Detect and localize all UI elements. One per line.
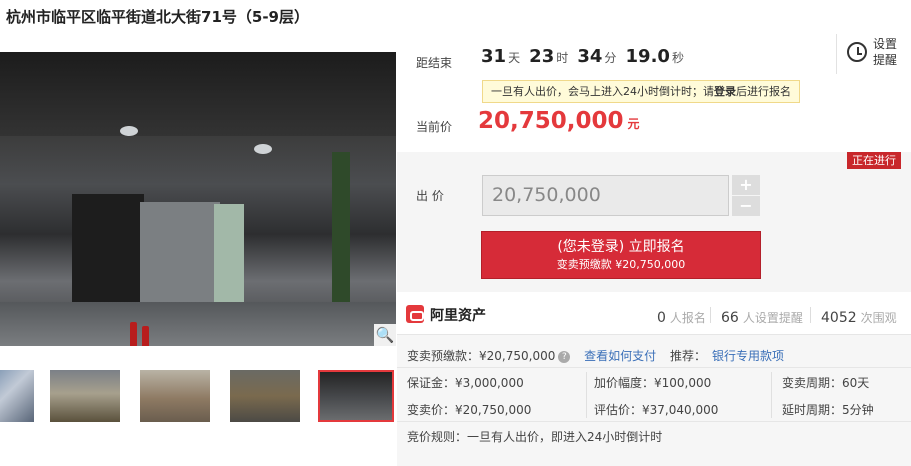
photo-extinguisher <box>142 326 149 346</box>
set-reminder-button[interactable]: 设置提醒 <box>836 34 906 74</box>
countdown: 31 天 23 时 34 分 19.0 秒 <box>481 46 684 67</box>
deposit-amount: 变卖预缴款：¥20,750,000 <box>407 349 556 363</box>
apply-button-deposit: 变卖预缴款 ¥20,750,000 <box>556 258 686 271</box>
divider <box>397 367 911 368</box>
appraisal-info: 评估价：¥37,040,000 <box>594 403 719 417</box>
extension-info: 延时周期：5分钟 <box>782 403 874 417</box>
thumbnail-strip <box>0 370 400 422</box>
deposit-row: 变卖预缴款：¥20,750,000? 查看如何支付 推荐： 银行专用款项 <box>407 347 784 364</box>
bank-payment-link[interactable]: 银行专用款项 <box>712 349 784 363</box>
countdown-minutes: 34 <box>577 46 603 67</box>
status-badge: 正在进行 <box>847 152 901 169</box>
stat-signups: 0 人报名 <box>657 310 706 326</box>
current-price: 20,750,000 元 <box>478 108 640 134</box>
alarm-clock-icon <box>847 42 867 62</box>
margin-info: 保证金：¥3,000,000 <box>407 376 524 390</box>
photo-plant-wall <box>332 152 350 322</box>
divider <box>397 421 911 422</box>
photo-floor <box>0 302 396 346</box>
recommend-label: 推荐： <box>670 349 707 363</box>
countdown-label: 距结束 <box>416 56 453 70</box>
photo-glass-door <box>214 204 244 302</box>
current-price-unit: 元 <box>627 117 640 131</box>
apply-button-label: (您未登录) 立即报名 <box>557 239 685 255</box>
photo-reception <box>140 202 220 307</box>
stat-views: 4052 次围观 <box>821 310 897 326</box>
bid-input[interactable]: 20,750,000 <box>482 175 729 216</box>
thumbnail-1[interactable] <box>0 370 34 422</box>
countdown-seconds: 19.0 <box>625 46 670 67</box>
apply-button[interactable]: (您未登录) 立即报名 变卖预缴款 ¥20,750,000 <box>481 231 761 279</box>
current-price-label: 当前价 <box>416 120 453 134</box>
thumbnail-2[interactable] <box>50 370 120 422</box>
main-photo[interactable] <box>0 52 396 346</box>
bid-decrease-button[interactable]: − <box>732 196 760 216</box>
photo-ceiling <box>0 52 396 136</box>
bid-increase-button[interactable]: + <box>732 175 760 195</box>
divider <box>710 307 711 323</box>
ceiling-light <box>254 144 272 154</box>
photo-extinguisher <box>130 322 137 346</box>
stat-reminders: 66 人设置提醒 <box>721 310 803 326</box>
provider-name: 阿里资产 <box>430 308 486 324</box>
zoom-icon[interactable]: 🔍 <box>374 324 396 346</box>
thumbnail-4[interactable] <box>230 370 300 422</box>
countdown-days: 31 <box>481 46 507 67</box>
sale-price-info: 变卖价：¥20,750,000 <box>407 403 532 417</box>
divider <box>810 307 811 323</box>
page-title: 杭州市临平区临平街道北大街71号（5-9层） <box>6 8 309 26</box>
bidding-rule: 竞价规则：一旦有人出价，即进入24小时倒计时 <box>407 430 663 444</box>
divider <box>771 372 772 418</box>
current-price-value: 20,750,000 <box>478 108 624 134</box>
reminder-label: 设置提醒 <box>873 37 898 67</box>
divider <box>586 372 587 418</box>
how-to-pay-link[interactable]: 查看如何支付 <box>584 349 656 363</box>
login-link[interactable]: 登录 <box>714 85 736 98</box>
bid-label: 出 价 <box>416 189 444 203</box>
countdown-hours: 23 <box>529 46 555 67</box>
thumbnail-5-selected[interactable] <box>318 370 394 422</box>
increment-info: 加价幅度：¥100,000 <box>594 376 712 390</box>
help-icon[interactable]: ? <box>558 350 571 363</box>
bid-notice: 一旦有人出价，会马上进入24小时倒计时；请登录后进行报名 <box>482 80 800 103</box>
thumbnail-3[interactable] <box>140 370 210 422</box>
period-info: 变卖周期：60天 <box>782 376 870 390</box>
ali-assets-logo <box>406 305 424 323</box>
ceiling-light <box>120 126 138 136</box>
